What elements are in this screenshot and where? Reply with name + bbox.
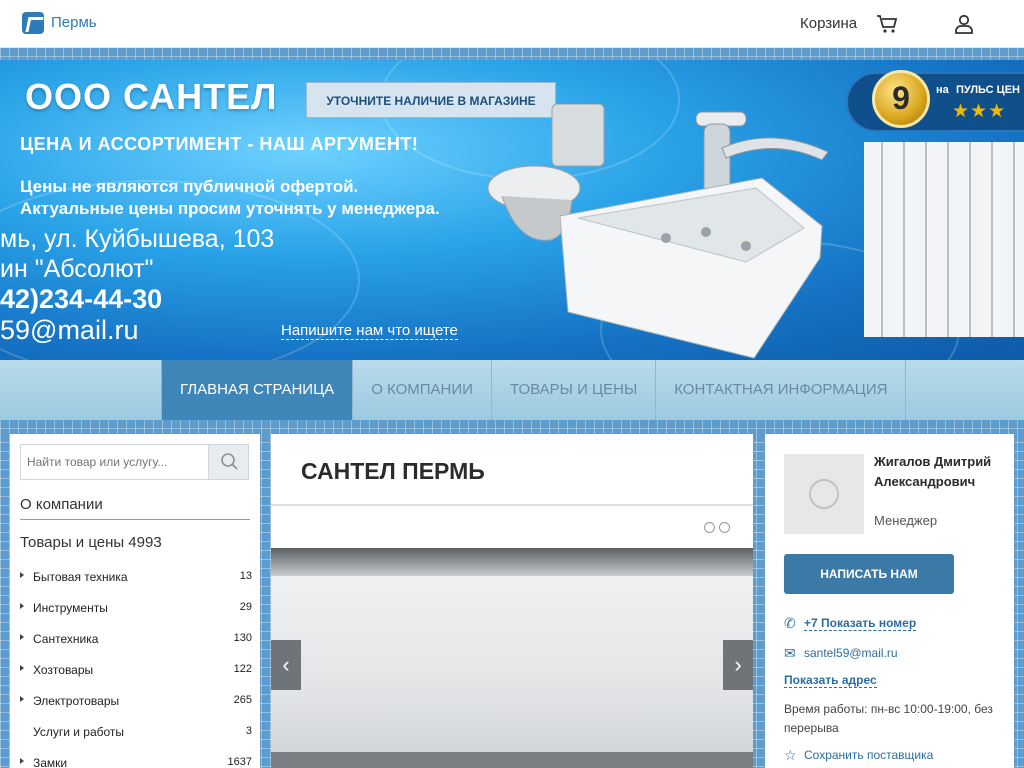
- caret-right-icon: [20, 696, 24, 702]
- mosaic-strip: [0, 48, 1024, 60]
- banner-title: ООО САНТЕЛ: [25, 76, 278, 117]
- user-icon[interactable]: [954, 14, 974, 34]
- caret-right-icon: [20, 572, 24, 578]
- slider-dot[interactable]: [719, 522, 730, 533]
- search-box: [20, 444, 249, 480]
- category-name: Бытовая техника: [33, 570, 128, 584]
- contact-panel: Жигалов Дмитрий Александрович Менеджер Н…: [765, 434, 1014, 768]
- save-supplier-link[interactable]: Сохранить поставщика: [804, 748, 933, 762]
- category-item[interactable]: Сантехника 130: [20, 624, 252, 655]
- logo-icon[interactable]: [22, 12, 44, 34]
- category-name: Электротовары: [33, 694, 120, 708]
- avatar: [784, 454, 864, 534]
- banner-phone: 42)234-44-30: [0, 284, 163, 314]
- write-us-link[interactable]: Напишите нам что ищете: [281, 322, 458, 340]
- user-placeholder-icon: [809, 479, 839, 509]
- category-name: Инструменты: [33, 601, 108, 615]
- main-nav: ГЛАВНАЯ СТРАНИЦА О КОМПАНИИ ТОВАРЫ И ЦЕН…: [0, 360, 1024, 420]
- category-count: 130: [233, 632, 252, 644]
- category-count: 122: [233, 663, 252, 675]
- badge-on-label: на: [936, 84, 949, 96]
- slide-image-bottom: [271, 752, 753, 768]
- search-icon: [221, 453, 238, 470]
- category-item[interactable]: Услуги и работы 3: [20, 717, 252, 748]
- sidebar-item-about[interactable]: О компании: [20, 496, 250, 520]
- category-item[interactable]: Хозтовары 122: [20, 655, 252, 686]
- category-count: 3: [245, 725, 252, 737]
- banner-note-line: Актуальные цены просим уточнять у менедж…: [20, 199, 440, 218]
- banner-address-line: ин "Абсолют": [0, 255, 154, 283]
- years-coin: 9: [872, 70, 930, 128]
- category-count: 29: [239, 601, 252, 613]
- rating-badge: 9 на ПУЛЬС ЦЕН ★★★: [846, 70, 1024, 132]
- mosaic-strip: [0, 420, 1024, 434]
- bathtub-image: [559, 177, 823, 359]
- show-address-link[interactable]: Показать адрес: [784, 673, 877, 688]
- cart-icon[interactable]: [876, 14, 898, 34]
- banner-address-line: мь, ул. Куйбышева, 103: [0, 225, 275, 253]
- hero-banner: ООО САНТЕЛ УТОЧНИТЕ НАЛИЧИЕ В МАГАЗИНЕ Ц…: [0, 60, 1024, 360]
- write-us-button[interactable]: НАПИСАТЬ НАМ: [784, 554, 954, 594]
- caret-right-icon: [20, 665, 24, 671]
- category-name: Сантехника: [33, 632, 99, 646]
- tab-products[interactable]: ТОВАРЫ И ЦЕНЫ: [492, 360, 657, 420]
- category-count: 13: [239, 570, 252, 582]
- show-phone-link[interactable]: +7 Показать номер: [804, 616, 917, 631]
- banner-email: 59@mail.ru: [0, 315, 139, 345]
- years-number: 9: [892, 80, 910, 116]
- manager-name: Жигалов Дмитрий Александрович: [874, 454, 992, 489]
- category-item[interactable]: Электротовары 265: [20, 686, 252, 717]
- image-slider: ‹ ›: [271, 548, 753, 768]
- banner-note-line: Цены не являются публичной офертой.: [20, 177, 359, 196]
- slider-dots: [704, 520, 734, 538]
- radiator-image: [864, 142, 1024, 337]
- slide-image-top: [271, 548, 753, 576]
- top-bar: Пермь Корзина: [0, 0, 1024, 48]
- slider-prev-button[interactable]: ‹: [271, 640, 301, 690]
- sidebar-menu: О компании Товары и цены 4993: [20, 496, 250, 551]
- search-input[interactable]: [21, 445, 210, 479]
- left-sidebar: О компании Товары и цены 4993 Бытовая те…: [10, 434, 260, 768]
- category-item[interactable]: Инструменты 29: [20, 593, 252, 624]
- phone-icon: ✆: [784, 615, 796, 631]
- caret-right-icon: [20, 758, 24, 764]
- email-link[interactable]: santel59@mail.ru: [804, 646, 898, 660]
- caret-right-icon: [20, 603, 24, 609]
- category-item[interactable]: Бытовая техника 13: [20, 562, 252, 593]
- category-name: Замки: [33, 756, 68, 768]
- search-button[interactable]: [208, 445, 248, 479]
- banner-note: Цены не являются публичной офертой. Акту…: [20, 176, 440, 220]
- tab-contacts[interactable]: КОНТАКТНАЯ ИНФОРМАЦИЯ: [656, 360, 907, 420]
- star-icon: ☆: [784, 747, 797, 763]
- city-selector[interactable]: Пермь: [51, 14, 97, 31]
- mail-icon: ✉: [784, 645, 796, 661]
- divider: [271, 504, 753, 506]
- category-count: 265: [233, 694, 252, 706]
- working-hours: Время работы: пн-вс 10:00-19:00, без пер…: [784, 702, 993, 735]
- main-content: САНТЕЛ ПЕРМЬ ‹ ›: [271, 434, 753, 768]
- cart-link[interactable]: Корзина: [800, 15, 857, 32]
- category-name: Хозтовары: [33, 663, 94, 677]
- page-title: САНТЕЛ ПЕРМЬ: [301, 458, 485, 484]
- tab-home[interactable]: ГЛАВНАЯ СТРАНИЦА: [162, 360, 354, 420]
- category-name: Услуги и работы: [33, 725, 125, 739]
- banner-slogan: ЦЕНА И АССОРТИМЕНТ - НАШ АРГУМЕНТ!: [20, 134, 419, 154]
- category-list: Бытовая техника 13 Инструменты 29 Сантехни…: [20, 562, 252, 768]
- manager-role: Менеджер: [874, 513, 938, 528]
- badge-brand: ПУЛЬС ЦЕН: [956, 84, 1020, 96]
- slider-next-button[interactable]: ›: [723, 640, 753, 690]
- tab-about[interactable]: О КОМПАНИИ: [353, 360, 492, 420]
- star-rating-icon: ★★★: [952, 101, 1007, 122]
- category-item[interactable]: Замки 1637: [20, 748, 252, 768]
- slider-dot[interactable]: [704, 522, 715, 533]
- category-count: 1637: [227, 756, 252, 768]
- caret-right-icon: [20, 634, 24, 640]
- banner-address: мь, ул. Куйбышева, 103 ин "Абсолют": [0, 224, 274, 284]
- sidebar-item-products[interactable]: Товары и цены 4993: [20, 520, 250, 551]
